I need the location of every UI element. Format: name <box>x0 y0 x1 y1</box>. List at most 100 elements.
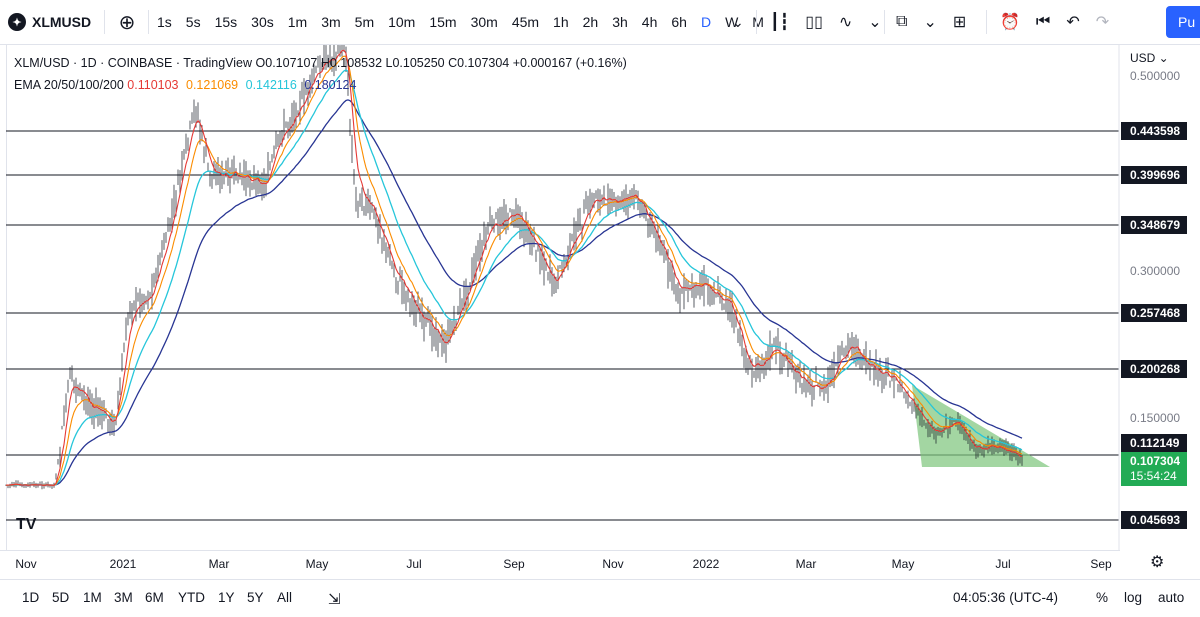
chevron-down-icon[interactable]: ⌄ <box>732 0 744 44</box>
ema50-line <box>6 55 1023 486</box>
interval-3h[interactable]: 3h <box>605 0 635 44</box>
ema100-value: 0.142116 <box>245 78 297 92</box>
time-label: Nov <box>602 557 624 571</box>
price-label: 0.500000 <box>1130 69 1181 83</box>
calendar-range-icon[interactable]: ⇲ <box>328 590 341 608</box>
ema50-value: 0.121069 <box>186 78 239 92</box>
top-toolbar: ✦ XLMUSD ⊕ 1s 5s 15s 30s 1m 3m 5m 10m 15m 30m 45m 1… <box>0 0 1200 45</box>
percent-toggle[interactable]: % <box>1096 590 1108 605</box>
clock[interactable]: 04:05:36 (UTC-4) <box>953 590 1058 605</box>
bar-countdown: 15:54:24 <box>1130 469 1177 483</box>
interval-10m[interactable]: 10m <box>381 0 422 44</box>
level-tag: 0.257468 <box>1121 304 1187 322</box>
time-label: May <box>305 557 329 571</box>
time-label: Jul <box>995 557 1011 571</box>
level-tag: 0.200268 <box>1121 360 1187 378</box>
publish-label: Pu <box>1178 14 1196 30</box>
plus-circle-icon[interactable]: ⊕ <box>115 0 139 44</box>
legend-low: L0.105250 <box>385 56 445 70</box>
candles-icon[interactable]: ┃┇ <box>762 12 797 32</box>
alert-clock-icon[interactable]: ⏰ <box>992 12 1028 32</box>
ema-label: EMA 20/50/100/200 <box>14 78 124 92</box>
last-price: 0.107304 <box>1130 454 1181 468</box>
ohlc-legend: XLM/USD · 1D · COINBASE · TradingView O0… <box>14 56 627 70</box>
last-price-tag: 0.107304 15:54:24 <box>1121 452 1187 486</box>
time-label: Mar <box>208 557 230 571</box>
interval-1m[interactable]: 1m <box>281 0 314 44</box>
layout-grid-icon[interactable]: ⊞ <box>945 12 974 32</box>
range-3m[interactable]: 3M <box>114 590 133 605</box>
time-label: Mar <box>795 557 817 571</box>
bottom-toolbar: 1D 5D 1M 3M 6M YTD 1Y 5Y All ⇲ 04:05:36 (UTC-4) … <box>0 579 1200 617</box>
legend-high: H0.108532 <box>320 56 383 70</box>
legend-title[interactable]: XLM/USD · 1D · COINBASE · TradingView <box>14 56 252 70</box>
interval-5s[interactable]: 5s <box>179 0 208 44</box>
log-toggle[interactable]: log <box>1124 590 1142 605</box>
chevron-down-icon[interactable]: ⌄ <box>915 12 944 32</box>
stellar-logo-icon: ✦ <box>8 13 26 31</box>
symbol-name: XLMUSD <box>32 14 92 30</box>
indicators-group: ⧉ ⌄ ⊞ <box>888 0 974 44</box>
toolbar-divider <box>986 10 987 34</box>
range-5d[interactable]: 5D <box>52 590 69 605</box>
auto-toggle[interactable]: auto <box>1158 590 1184 605</box>
chevron-down-icon: ⌄ <box>1155 51 1169 65</box>
legend-open: O0.107107 <box>255 56 318 70</box>
interval-4h[interactable]: 4h <box>635 0 665 44</box>
interval-1h[interactable]: 1h <box>546 0 576 44</box>
range-all[interactable]: All <box>277 590 292 605</box>
tradingview-logo[interactable]: TV <box>16 516 44 536</box>
range-1y[interactable]: 1Y <box>218 590 235 605</box>
interval-2h[interactable]: 2h <box>576 0 606 44</box>
range-1m[interactable]: 1M <box>83 590 102 605</box>
interval-15m[interactable]: 15m <box>422 0 463 44</box>
interval-15s[interactable]: 15s <box>208 0 245 44</box>
time-label: Jul <box>406 557 422 571</box>
time-axis[interactable]: Nov 2021 Mar May Jul Sep Nov 2022 Mar May Jul Sep <box>0 550 1120 577</box>
toolbar-divider <box>756 10 757 34</box>
price-label: 0.150000 <box>1130 411 1181 425</box>
level-tag: 0.348679 <box>1121 216 1187 234</box>
replay-icon[interactable]: ⏮ <box>1028 13 1058 31</box>
interval-30s[interactable]: 30s <box>244 0 281 44</box>
range-ytd[interactable]: YTD <box>178 590 205 605</box>
indicators-icon[interactable]: ⧉ <box>888 13 915 31</box>
interval-list: 1s 5s 15s 30s 1m 3m 5m 10m 15m 30m 45m 1h 2h 3h 4h 6h D W… <box>150 0 771 44</box>
interval-30m[interactable]: 30m <box>464 0 505 44</box>
time-label: Nov <box>15 557 37 571</box>
ema20-line <box>5 49 1023 487</box>
range-1d[interactable]: 1D <box>22 590 39 605</box>
bars-icon[interactable]: ▯▯ <box>797 12 831 32</box>
ema20-value: 0.110103 <box>127 78 179 92</box>
chevron-down-icon[interactable]: ⌄ <box>860 12 889 32</box>
toolbar-divider <box>884 10 885 34</box>
time-label: Sep <box>1090 557 1112 571</box>
interval-45m[interactable]: 45m <box>505 0 546 44</box>
symbol-search[interactable]: ✦ XLMUSD <box>8 0 91 44</box>
currency-selector[interactable]: USD ⌄ <box>1130 51 1169 65</box>
redo-icon[interactable]: ↷ <box>1088 12 1117 32</box>
level-tag: 0.399696 <box>1121 166 1187 184</box>
interval-5m[interactable]: 5m <box>348 0 381 44</box>
time-label: 2021 <box>109 557 137 571</box>
toolbar-divider <box>104 10 105 34</box>
currency-label: USD <box>1130 51 1156 65</box>
publish-button[interactable]: Pu <box>1166 6 1200 38</box>
line-icon[interactable]: ∿ <box>831 12 860 32</box>
time-label: May <box>891 557 915 571</box>
range-6m[interactable]: 6M <box>145 590 164 605</box>
time-label: Sep <box>503 557 525 571</box>
legend-close: C0.107304 <box>448 56 510 70</box>
range-5y[interactable]: 5Y <box>247 590 264 605</box>
toolbar-divider <box>148 10 149 34</box>
undo-icon[interactable]: ↶ <box>1058 12 1087 32</box>
gear-icon[interactable]: ⚙ <box>1150 552 1164 572</box>
price-chart[interactable] <box>0 45 1200 550</box>
ema-legend[interactable]: EMA 20/50/100/200 0.110103 0.121069 0.14… <box>14 78 360 92</box>
level-tag: 0.443598 <box>1121 122 1187 140</box>
time-label: 2022 <box>692 557 720 571</box>
interval-6h[interactable]: 6h <box>664 0 694 44</box>
interval-d[interactable]: D <box>694 0 718 44</box>
interval-1s[interactable]: 1s <box>150 0 179 44</box>
interval-3m[interactable]: 3m <box>314 0 347 44</box>
